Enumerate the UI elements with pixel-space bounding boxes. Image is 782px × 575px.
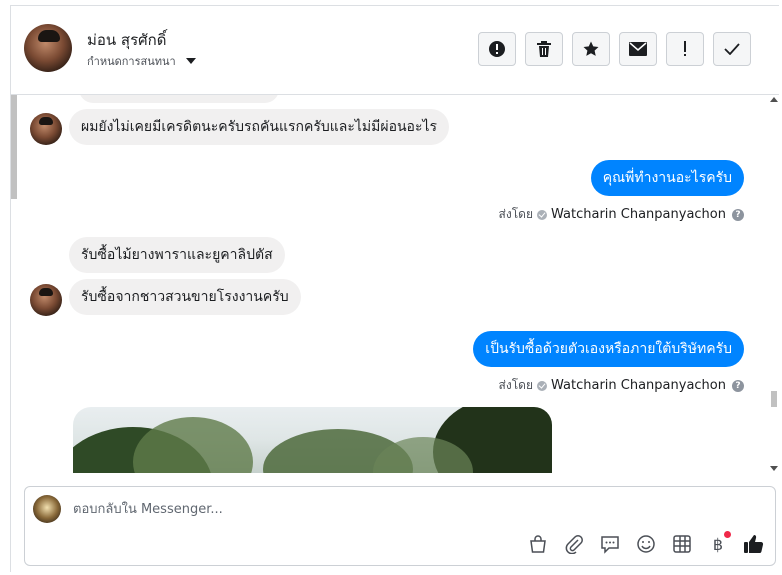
scroll-up-arrow-icon[interactable] — [770, 97, 778, 102]
help-icon[interactable]: ? — [732, 208, 744, 221]
message-bubble-incoming[interactable]: ผมยังไม่เคยมีเครดิตนะครับรถคันแรกครับและ… — [69, 109, 450, 145]
exclamation-icon — [684, 41, 686, 56]
shopping-bag-icon — [530, 535, 546, 553]
spam-button[interactable] — [666, 32, 704, 66]
alert-circle-icon — [489, 41, 505, 57]
trash-icon — [537, 41, 551, 57]
envelope-icon — [629, 42, 647, 56]
contact-avatar[interactable] — [24, 24, 72, 72]
chevron-down-icon — [185, 58, 196, 64]
message-bubble-outgoing[interactable]: เป็นรับซื้อด้วยตัวเองหรือภายใต้บริษัทครั… — [473, 331, 744, 367]
scrollbar-thumb[interactable] — [771, 391, 777, 407]
sent-by-row: ส่งโดย Watcharin Chanpanyachon ? — [499, 376, 744, 395]
message-thread[interactable]: ผมยังไม่เคยมีเครดิตนะครับรถคันแรกครับและ… — [11, 95, 779, 473]
thread-scrollbar[interactable] — [769, 95, 778, 473]
like-button[interactable] — [743, 533, 765, 555]
checkmark-icon — [724, 43, 740, 55]
composer-toolbar: ฿ — [527, 531, 765, 555]
contact-avatar-small — [30, 113, 62, 145]
scroll-down-arrow-icon[interactable] — [770, 466, 778, 471]
emoji-icon — [637, 535, 655, 553]
sender-name: Watcharin Chanpanyachon — [551, 207, 726, 222]
thumbs-up-icon — [744, 535, 764, 553]
done-button[interactable] — [713, 32, 751, 66]
attach-button[interactable] — [563, 533, 585, 555]
sent-by-label: ส่งโดย — [498, 207, 533, 221]
saved-reply-button[interactable] — [599, 533, 621, 555]
header-toolbar — [478, 32, 751, 66]
contact-name[interactable]: ม่อน สุรศักดิ์ — [87, 28, 166, 52]
help-icon[interactable]: ? — [732, 379, 744, 392]
emoji-button[interactable] — [635, 533, 657, 555]
paperclip-icon — [565, 535, 583, 554]
report-button[interactable] — [478, 32, 516, 66]
sent-by-label: ส่งโดย — [498, 378, 533, 392]
conversation-panel: ม่อน สุรศักดิ์ กำหนดการสนทนา ผมยังไม่เคย… — [10, 5, 779, 572]
notification-dot — [724, 531, 731, 538]
contact-avatar-small — [30, 284, 62, 316]
schedule-label: กำหนดการสนทนา — [87, 55, 176, 68]
verified-check-icon — [537, 380, 547, 391]
mark-unread-button[interactable] — [619, 32, 657, 66]
photo-attachment[interactable] — [73, 407, 552, 473]
payment-button[interactable]: ฿ — [707, 531, 731, 555]
previous-message-bubble — [79, 95, 279, 103]
sender-name: Watcharin Chanpanyachon — [551, 378, 726, 393]
shopping-bag-button[interactable] — [527, 533, 549, 555]
page-avatar — [33, 495, 61, 523]
delete-button[interactable] — [525, 32, 563, 66]
star-icon — [583, 41, 599, 56]
message-bubble-outgoing[interactable]: คุณพี่ทำงานอะไรครับ — [590, 160, 744, 196]
left-scroll-track — [11, 95, 17, 199]
message-bubble-incoming[interactable]: รับซื้อไม้ยางพาราและยูคาลิปตัส — [69, 237, 285, 273]
star-button[interactable] — [572, 32, 610, 66]
table-button[interactable] — [671, 533, 693, 555]
sent-by-row: ส่งโดย Watcharin Chanpanyachon ? — [499, 205, 744, 224]
saved-reply-icon — [601, 536, 619, 554]
reply-composer: ฿ — [24, 486, 776, 566]
photo-foliage — [133, 417, 253, 473]
baht-currency-icon: ฿ — [712, 534, 724, 554]
message-bubble-incoming[interactable]: รับซื้อจากชาวสวนขายโรงงานครับ — [69, 279, 301, 315]
conversation-header: ม่อน สุรศักดิ์ กำหนดการสนทนา — [11, 6, 779, 95]
table-icon — [673, 535, 691, 553]
conversation-schedule-dropdown[interactable]: กำหนดการสนทนา — [87, 52, 196, 70]
reply-input[interactable] — [73, 499, 673, 519]
verified-check-icon — [537, 209, 547, 220]
